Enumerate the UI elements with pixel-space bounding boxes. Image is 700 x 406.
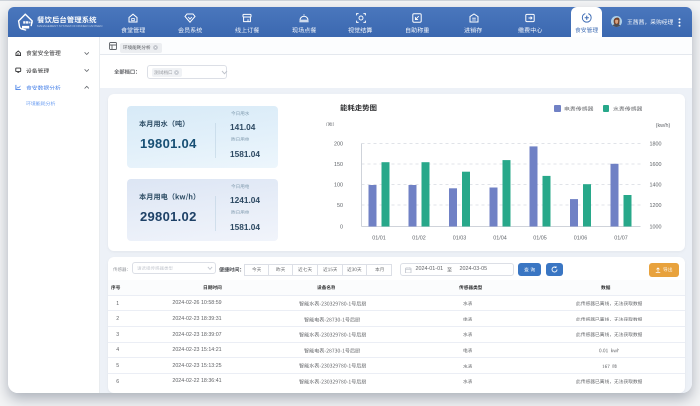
svg-text:01/04: 01/04 <box>493 235 507 241</box>
svg-text:1600: 1600 <box>649 162 661 168</box>
svg-text:1200: 1200 <box>649 203 661 209</box>
svg-text:1400: 1400 <box>649 182 661 188</box>
svg-text:01/01: 01/01 <box>372 235 386 241</box>
svg-text:(kw/h): (kw/h) <box>655 123 670 129</box>
svg-text:01/03: 01/03 <box>452 235 466 241</box>
svg-text:1000: 1000 <box>649 224 661 230</box>
svg-text:01/06: 01/06 <box>573 235 587 241</box>
svg-text:100: 100 <box>334 182 343 188</box>
svg-text:200: 200 <box>334 141 343 147</box>
svg-text:01/05: 01/05 <box>533 235 547 241</box>
svg-text:150: 150 <box>334 162 343 168</box>
svg-text:1800: 1800 <box>649 141 661 147</box>
svg-text:50: 50 <box>337 203 343 209</box>
svg-text:01/07: 01/07 <box>614 235 628 241</box>
svg-text:01/02: 01/02 <box>412 235 426 241</box>
svg-text:0: 0 <box>340 224 343 230</box>
